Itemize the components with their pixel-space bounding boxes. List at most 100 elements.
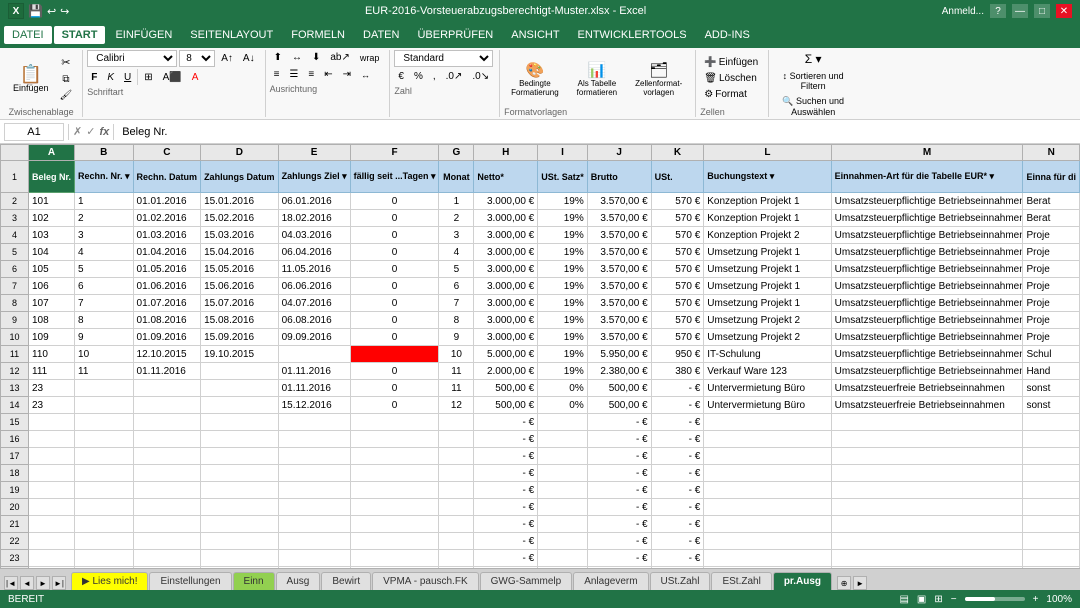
cell[interactable]: 3.000,00 €: [474, 210, 538, 227]
cell[interactable]: 500,00 €: [587, 397, 651, 414]
cell[interactable]: [133, 397, 201, 414]
cell[interactable]: Konzeption Projekt 1: [704, 210, 831, 227]
cell[interactable]: [538, 550, 588, 567]
cell[interactable]: [133, 550, 201, 567]
cell[interactable]: [831, 448, 1023, 465]
cell[interactable]: - €: [651, 448, 704, 465]
cell[interactable]: [831, 465, 1023, 482]
cell[interactable]: 0: [350, 278, 439, 295]
cell[interactable]: - €: [474, 533, 538, 550]
cell[interactable]: [831, 550, 1023, 567]
text-angle-button[interactable]: ab↗: [326, 50, 354, 65]
cell[interactable]: [439, 516, 474, 533]
cell[interactable]: 2.380,00 €: [587, 363, 651, 380]
cell[interactable]: [538, 414, 588, 431]
menu-daten[interactable]: DATEN: [355, 26, 407, 44]
cell[interactable]: [439, 414, 474, 431]
cell[interactable]: 19%: [538, 227, 588, 244]
cell[interactable]: 5.000,00 €: [474, 346, 538, 363]
cell[interactable]: - €: [651, 499, 704, 516]
cell[interactable]: 01.04.2016: [133, 244, 201, 261]
cell[interactable]: 3.000,00 €: [474, 261, 538, 278]
cell[interactable]: 3.570,00 €: [587, 210, 651, 227]
cell[interactable]: 09.09.2016: [278, 329, 350, 346]
cell[interactable]: [704, 482, 831, 499]
cell[interactable]: 01.11.2016: [278, 380, 350, 397]
cell[interactable]: - €: [587, 533, 651, 550]
cell[interactable]: [75, 397, 134, 414]
formula-input[interactable]: [118, 124, 1076, 140]
tab-gwg[interactable]: GWG-Sammelp: [480, 572, 573, 590]
cell[interactable]: [439, 499, 474, 516]
bold-button[interactable]: F: [87, 70, 101, 85]
cell[interactable]: [704, 414, 831, 431]
delete-cells-button[interactable]: 🗑 Löschen: [700, 71, 762, 86]
quick-access-redo[interactable]: ↪: [60, 5, 69, 18]
cell[interactable]: [29, 448, 75, 465]
cell[interactable]: [350, 414, 439, 431]
cell[interactable]: Proje: [1023, 329, 1080, 346]
font-select[interactable]: Calibri: [87, 50, 177, 67]
conditional-format-button[interactable]: 🎨 BedingteFormatierung: [504, 58, 566, 100]
cell[interactable]: [278, 346, 350, 363]
cell[interactable]: [29, 533, 75, 550]
cell[interactable]: [538, 533, 588, 550]
cell[interactable]: [1023, 448, 1080, 465]
cell[interactable]: 0: [350, 261, 439, 278]
cell[interactable]: 3.570,00 €: [587, 193, 651, 210]
cell[interactable]: [538, 516, 588, 533]
cell[interactable]: [75, 482, 134, 499]
cell[interactable]: 570 €: [651, 261, 704, 278]
cell[interactable]: [350, 550, 439, 567]
cell[interactable]: 570 €: [651, 227, 704, 244]
cell[interactable]: [201, 431, 279, 448]
cell[interactable]: 19%: [538, 329, 588, 346]
cell[interactable]: 10: [439, 346, 474, 363]
cell[interactable]: [201, 465, 279, 482]
cell[interactable]: Umsatzsteuerpflichtige Betriebseinnahmen: [831, 312, 1023, 329]
cell[interactable]: [831, 431, 1023, 448]
cell[interactable]: - €: [587, 448, 651, 465]
cell[interactable]: 3.570,00 €: [587, 227, 651, 244]
cell[interactable]: 0%: [538, 380, 588, 397]
cell[interactable]: [278, 482, 350, 499]
font-size-select[interactable]: 8: [179, 50, 215, 67]
close-button[interactable]: ✕: [1056, 4, 1072, 18]
cell[interactable]: Berat: [1023, 210, 1080, 227]
cell[interactable]: [439, 533, 474, 550]
cell[interactable]: 01.06.2016: [133, 278, 201, 295]
cell[interactable]: 500,00 €: [474, 380, 538, 397]
cell[interactable]: [704, 533, 831, 550]
cell[interactable]: - €: [474, 499, 538, 516]
cancel-formula-icon[interactable]: ✗: [73, 125, 82, 138]
cell[interactable]: 110: [29, 346, 75, 363]
cell[interactable]: Proje: [1023, 295, 1080, 312]
quick-access-undo[interactable]: ↩: [47, 5, 56, 18]
cell[interactable]: 01.03.2016: [133, 227, 201, 244]
cell[interactable]: [350, 482, 439, 499]
col-header-G[interactable]: G: [439, 145, 474, 161]
cell[interactable]: [133, 448, 201, 465]
col-header-E[interactable]: E: [278, 145, 350, 161]
cell[interactable]: 0: [350, 210, 439, 227]
cell[interactable]: 01.08.2016: [133, 312, 201, 329]
col-header-L[interactable]: L: [704, 145, 831, 161]
tab-vpma[interactable]: VPMA - pausch.FK: [372, 572, 478, 590]
minimize-button[interactable]: —: [1012, 4, 1028, 18]
underline-button[interactable]: U: [120, 70, 135, 85]
cell[interactable]: [133, 465, 201, 482]
cell[interactable]: 4: [75, 244, 134, 261]
tab-add-button[interactable]: ⊕: [837, 576, 851, 590]
cell[interactable]: 8: [75, 312, 134, 329]
cell[interactable]: [201, 516, 279, 533]
cell[interactable]: Konzeption Projekt 1: [704, 193, 831, 210]
cell[interactable]: 1: [75, 193, 134, 210]
cell[interactable]: 570 €: [651, 278, 704, 295]
cell[interactable]: 3.570,00 €: [587, 278, 651, 295]
merge-center-button[interactable]: ↔: [357, 67, 374, 82]
cell[interactable]: [1023, 516, 1080, 533]
cell[interactable]: 3.570,00 €: [587, 261, 651, 278]
col-header-A[interactable]: A: [29, 145, 75, 161]
menu-einfuegen[interactable]: EINFÜGEN: [107, 26, 180, 44]
col-header-B[interactable]: B: [75, 145, 134, 161]
